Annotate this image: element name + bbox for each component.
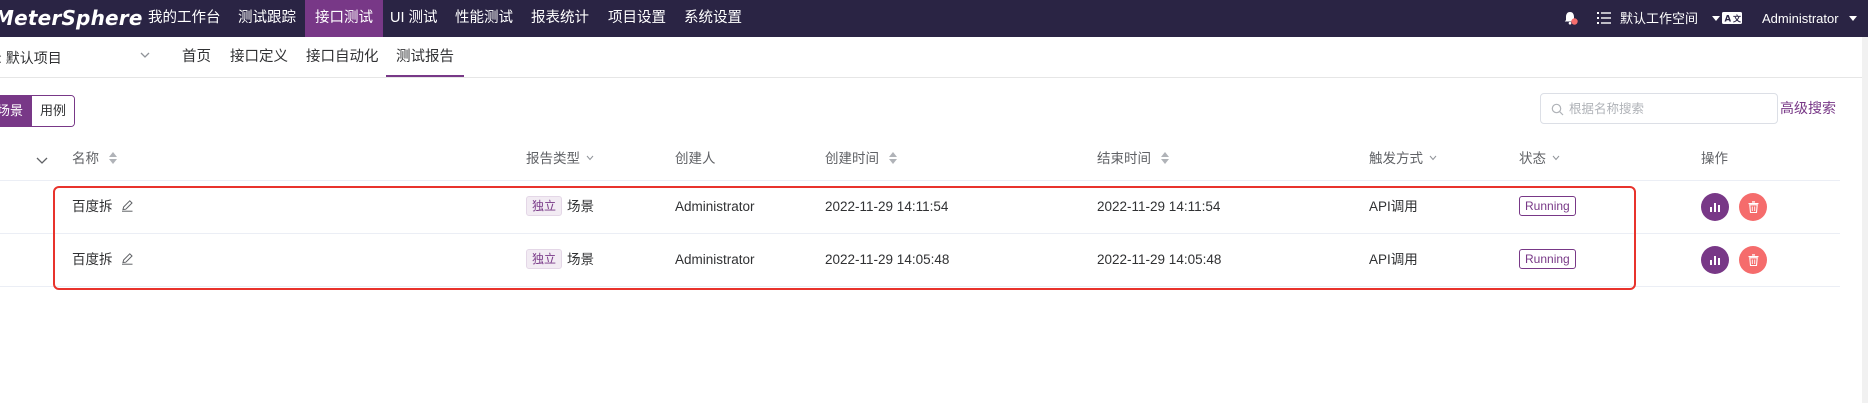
sort-icon[interactable]	[108, 151, 117, 164]
toggle-case[interactable]: 用例	[31, 96, 75, 126]
nav-item-performance-test[interactable]: 性能测试	[445, 0, 523, 37]
trash-icon	[1748, 254, 1758, 266]
chevron-down-icon[interactable]	[36, 156, 48, 166]
independent-tag: 独立	[526, 248, 563, 269]
advanced-search-link[interactable]: 高级搜索	[1780, 98, 1836, 118]
report-type-toggle: 场景 用例	[0, 95, 76, 127]
search-field[interactable]	[1540, 93, 1778, 124]
svg-text:文: 文	[1733, 14, 1742, 24]
chevron-down-icon[interactable]	[139, 49, 151, 61]
creator-cell: Administrator	[675, 199, 755, 214]
column-header-actions: 操作	[1701, 151, 1728, 166]
svg-text:A: A	[1725, 15, 1732, 25]
creator-cell: Administrator	[675, 252, 755, 267]
table-row[interactable]: 百度拆 独立 场景 Administrator 2022-11-29 14:11:…	[0, 181, 1840, 234]
view-report-button[interactable]	[1701, 193, 1729, 221]
column-header-name[interactable]: 名称	[72, 136, 117, 181]
report-type: 场景	[567, 199, 595, 214]
language-icon: A 文	[1722, 12, 1742, 25]
report-type: 场景	[567, 252, 595, 267]
create-time-cell: 2022-11-29 14:05:48	[825, 252, 950, 267]
report-name: 百度拆	[72, 199, 113, 214]
bar-chart-icon	[1710, 255, 1720, 265]
nav-item-workbench[interactable]: 我的工作台	[138, 0, 231, 37]
subnav-home[interactable]: 首页	[172, 37, 221, 77]
delete-button[interactable]	[1739, 246, 1767, 274]
nav-item-test-tracking[interactable]: 测试跟踪	[228, 0, 306, 37]
end-time-cell: 2022-11-29 14:05:48	[1097, 252, 1222, 267]
nav-item-api-test[interactable]: 接口测试	[305, 0, 383, 37]
column-header-create-time[interactable]: 创建时间	[825, 136, 897, 181]
filter-caret-icon[interactable]	[1429, 155, 1437, 161]
nav-item-ui-test[interactable]: UI 测试	[380, 0, 448, 37]
user-name: Administrator	[1762, 11, 1839, 26]
column-header-report-type[interactable]: 报告类型	[526, 136, 594, 181]
search-input[interactable]	[1569, 99, 1769, 119]
table-header: 名称 报告类型 创建人 创建时间 结束时间 触发方式 状态 操作	[0, 136, 1840, 181]
sub-navbar: : 默认项目 首页 接口定义 接口自动化 测试报告	[0, 37, 1868, 78]
workspace-name: 默认工作空间	[1620, 11, 1699, 26]
column-header-trigger[interactable]: 触发方式	[1369, 136, 1437, 181]
status-cell: Running	[1519, 181, 1576, 233]
nav-item-system-settings[interactable]: 系统设置	[674, 0, 752, 37]
language-switcher[interactable]: A 文	[1722, 0, 1742, 37]
trigger-cell: API调用	[1369, 252, 1418, 267]
subnav-api-automation[interactable]: 接口自动化	[296, 37, 389, 77]
report-type-cell: 独立 场景	[526, 181, 594, 233]
user-menu[interactable]: Administrator	[1762, 0, 1858, 37]
page-scrollbar[interactable]	[1862, 37, 1868, 403]
independent-tag: 独立	[526, 195, 563, 216]
edit-icon[interactable]	[121, 252, 134, 266]
report-type-cell: 独立 场景	[526, 234, 594, 286]
column-header-creator: 创建人	[675, 151, 716, 166]
status-badge: Running	[1519, 195, 1576, 216]
bar-chart-icon	[1710, 202, 1720, 212]
trigger-cell: API调用	[1369, 199, 1418, 214]
top-navbar: MeterSphere 我的工作台 测试跟踪 接口测试 UI 测试 性能测试 报…	[0, 0, 1868, 37]
end-time-cell: 2022-11-29 14:11:54	[1097, 199, 1221, 214]
report-name-cell: 百度拆	[72, 234, 134, 286]
status-badge: Running	[1519, 248, 1576, 269]
table-row[interactable]: 百度拆 独立 场景 Administrator 2022-11-29 14:05:…	[0, 234, 1840, 287]
nav-item-project-settings[interactable]: 项目设置	[598, 0, 676, 37]
notification-button[interactable]	[1562, 0, 1578, 37]
report-name-cell: 百度拆	[72, 181, 134, 233]
project-name: : 默认项目	[0, 50, 62, 66]
column-header-status[interactable]: 状态	[1519, 136, 1560, 181]
caret-down-icon	[1849, 15, 1858, 21]
task-list-icon	[1597, 12, 1611, 25]
task-center-button[interactable]	[1597, 0, 1611, 37]
filter-caret-icon[interactable]	[1552, 155, 1560, 161]
report-name: 百度拆	[72, 252, 113, 267]
create-time-cell: 2022-11-29 14:11:54	[825, 199, 949, 214]
view-report-button[interactable]	[1701, 246, 1729, 274]
column-header-end-time[interactable]: 结束时间	[1097, 136, 1169, 181]
trash-icon	[1748, 201, 1758, 213]
subnav-test-report[interactable]: 测试报告	[386, 37, 464, 77]
sort-icon[interactable]	[888, 151, 897, 164]
app-logo: MeterSphere	[0, 6, 143, 30]
status-cell: Running	[1519, 234, 1576, 286]
edit-icon[interactable]	[121, 199, 134, 213]
sort-icon[interactable]	[1160, 151, 1169, 164]
filter-caret-icon[interactable]	[586, 155, 594, 161]
toggle-scenario[interactable]: 场景	[0, 96, 32, 126]
caret-down-icon	[1711, 15, 1720, 21]
workspace-switcher[interactable]: 默认工作空间	[1620, 0, 1720, 37]
delete-button[interactable]	[1739, 193, 1767, 221]
subnav-api-definition[interactable]: 接口定义	[220, 37, 298, 77]
nav-item-reports[interactable]: 报表统计	[521, 0, 599, 37]
bell-icon	[1564, 12, 1578, 25]
search-icon	[1551, 103, 1564, 116]
project-selector[interactable]: : 默认项目	[0, 48, 62, 68]
